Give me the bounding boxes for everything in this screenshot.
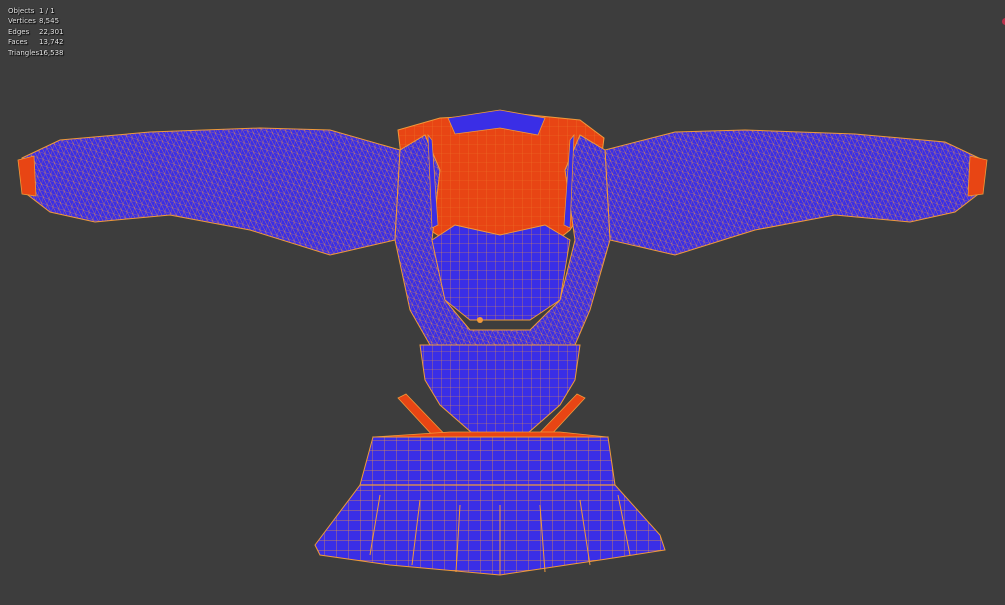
skirt — [314, 431, 666, 576]
mesh-model[interactable] — [0, 0, 1005, 605]
right-sleeve — [604, 129, 988, 256]
left-sleeve — [17, 127, 401, 256]
3d-viewport[interactable]: Objects 1 / 1 Vertices 8,545 Edges 22,30… — [0, 0, 1005, 605]
